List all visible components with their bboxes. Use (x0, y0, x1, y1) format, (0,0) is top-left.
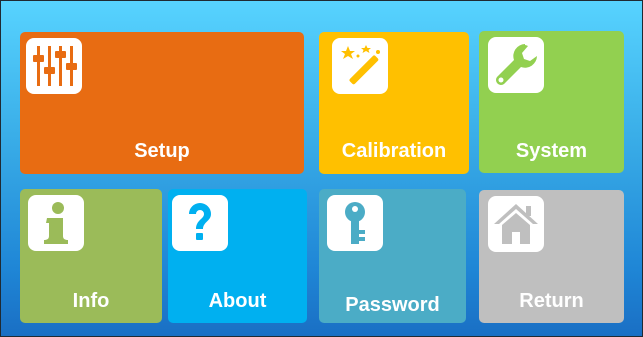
key-icon (327, 195, 383, 251)
wrench-icon (488, 37, 544, 93)
password-tile[interactable]: Password (319, 189, 466, 323)
about-tile[interactable]: About (168, 189, 307, 323)
calibration-tile[interactable]: Calibration (319, 32, 469, 174)
setup-label: Setup (134, 140, 190, 162)
home-icon (488, 196, 544, 252)
calibration-label: Calibration (341, 140, 447, 162)
setup-tile[interactable]: Setup (20, 32, 304, 174)
system-label: System (515, 140, 588, 162)
sliders-icon (26, 38, 82, 94)
return-tile[interactable]: Return (479, 190, 624, 323)
info-tile[interactable]: Info (20, 189, 162, 323)
question-icon (172, 195, 228, 251)
system-tile[interactable]: System (479, 31, 624, 173)
magic-wand-icon (332, 38, 388, 94)
main-menu-screen: Setup Calibration System Info About Pass… (0, 0, 643, 337)
return-label: Return (519, 290, 584, 312)
password-label: Password (345, 294, 440, 316)
info-icon (28, 195, 84, 251)
info-label: Info (72, 290, 110, 312)
about-label: About (208, 290, 267, 312)
